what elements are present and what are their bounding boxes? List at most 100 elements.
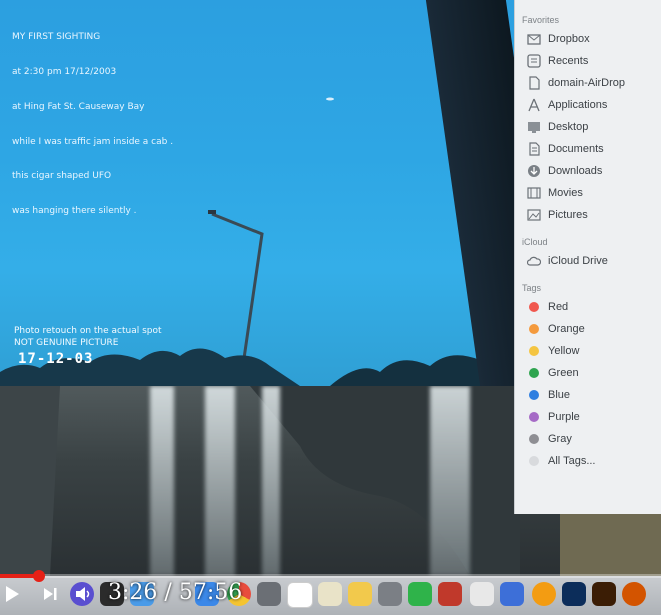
acrobat-icon[interactable]	[470, 582, 494, 606]
sidebar-item-documents[interactable]: Documents	[515, 139, 661, 159]
sidebar-item-movies[interactable]: Movies	[515, 183, 661, 203]
sidebar-item-label: Applications	[548, 99, 608, 111]
tag-label: Purple	[548, 411, 580, 423]
sidebar-item-label: Pictures	[548, 209, 588, 221]
waterfall-stream	[430, 386, 470, 576]
sidebar-item-desktop[interactable]: Desktop	[515, 117, 661, 137]
document-icon	[527, 76, 541, 90]
ufo-sighting-photo: MY FIRST SIGHTING at 2:30 pm 17/12/2003 …	[0, 0, 514, 386]
app-icon[interactable]	[622, 582, 646, 606]
sidebar-item-airdrop[interactable]: domain-AirDrop	[515, 73, 661, 93]
sidebar-item-label: Dropbox	[548, 33, 590, 45]
tags-header: Tags	[522, 283, 542, 293]
movies-icon	[527, 186, 541, 200]
caption-line: at Hing Fat St. Causeway Bay	[12, 101, 145, 112]
sidebar-item-label: iCloud Drive	[548, 255, 608, 267]
tag-dot-icon	[527, 300, 541, 314]
tag-yellow[interactable]: Yellow	[515, 341, 661, 361]
tag-label: Orange	[548, 323, 585, 335]
sidebar-item-icloud-drive[interactable]: iCloud Drive	[515, 251, 661, 271]
launchpad-icon[interactable]	[257, 582, 281, 606]
sidebar-item-downloads[interactable]: Downloads	[515, 161, 661, 181]
pictures-icon	[527, 208, 541, 222]
next-icon	[42, 586, 58, 607]
tag-label: Red	[548, 301, 569, 313]
tag-dot-icon	[527, 344, 541, 358]
sidebar-item-recents[interactable]: Recents	[515, 51, 661, 71]
waterfall-stream	[262, 386, 280, 576]
tag-dot-icon	[527, 410, 541, 424]
tag-dot-icon	[527, 454, 541, 468]
tag-dot-icon	[527, 388, 541, 402]
tag-label: Yellow	[548, 345, 580, 357]
cloud-icon	[527, 254, 541, 268]
tag-orange[interactable]: Orange	[515, 319, 661, 339]
recents-icon	[527, 54, 541, 68]
finder-sidebar: Favorites Dropbox Recents domain-AirDrop…	[514, 0, 661, 514]
caption-line: this cigar shaped UFO	[12, 171, 112, 182]
dropbox-icon	[527, 32, 541, 46]
sidebar-item-label: Desktop	[548, 121, 589, 133]
applications-icon	[527, 98, 541, 112]
caption-line: was hanging there silently .	[12, 206, 137, 217]
play-button[interactable]	[0, 584, 24, 608]
sidebar-item-pictures[interactable]: Pictures	[515, 205, 661, 225]
tag-dot-icon	[527, 432, 541, 446]
messages-icon[interactable]	[408, 582, 432, 606]
sidebar-item-label: Downloads	[548, 165, 603, 177]
favorites-header: Favorites	[522, 15, 560, 25]
time-separator: /	[164, 580, 172, 605]
current-time: 3:26	[108, 580, 158, 605]
caption-line: while I was traffic jam inside a cab .	[12, 136, 174, 147]
icloud-header: iCloud	[522, 237, 548, 247]
waterfall-stream	[150, 386, 174, 576]
tag-label: Gray	[548, 433, 572, 445]
stickies-icon[interactable]	[348, 582, 372, 606]
tag-green[interactable]: Green	[515, 363, 661, 383]
progress-thumb[interactable]	[33, 570, 45, 582]
play-icon	[4, 585, 20, 608]
video-frame[interactable]: MY FIRST SIGHTING at 2:30 pm 17/12/2003 …	[0, 0, 661, 615]
progress-bar[interactable]	[0, 570, 661, 582]
tag-label: Blue	[548, 389, 571, 401]
downloads-icon	[527, 164, 541, 178]
app-icon[interactable]	[532, 582, 556, 606]
app-icon[interactable]	[500, 582, 524, 606]
tag-label: All Tags...	[548, 455, 596, 467]
documents-icon	[527, 142, 541, 156]
duration: 57:56	[178, 580, 243, 605]
note-line: Photo retouch on the actual spot	[14, 326, 162, 336]
time-display: 3:26 / 57:56	[108, 580, 242, 605]
photoshop-icon[interactable]	[562, 582, 586, 606]
caption-line: at 2:30 pm 17/12/2003	[12, 66, 117, 77]
illustrator-icon[interactable]	[592, 582, 616, 606]
volume-icon	[75, 586, 93, 607]
tag-dot-icon	[527, 322, 541, 336]
photo-note: Photo retouch on the actual spot NOT GEN…	[14, 325, 162, 349]
waterfall-stream	[205, 386, 235, 576]
tag-all-tags[interactable]: All Tags...	[515, 451, 661, 471]
tag-purple[interactable]: Purple	[515, 407, 661, 427]
sidebar-item-label: Documents	[548, 143, 604, 155]
desktop-icon	[527, 120, 541, 134]
photo-caption: MY FIRST SIGHTING at 2:30 pm 17/12/2003 …	[12, 9, 173, 241]
app-icon[interactable]	[378, 582, 402, 606]
notes-icon[interactable]	[318, 582, 342, 606]
note-line: NOT GENUINE PICTURE	[14, 338, 119, 348]
sidebar-item-label: Recents	[548, 55, 589, 67]
tag-blue[interactable]: Blue	[515, 385, 661, 405]
tag-gray[interactable]: Gray	[515, 429, 661, 449]
tag-red[interactable]: Red	[515, 297, 661, 317]
calendar-icon[interactable]	[287, 582, 313, 608]
tag-label: Green	[548, 367, 579, 379]
date-stamp: 17-12-03	[18, 351, 94, 367]
sidebar-item-applications[interactable]: Applications	[515, 95, 661, 115]
tag-dot-icon	[527, 366, 541, 380]
sidebar-item-label: Movies	[548, 187, 583, 199]
dock	[0, 576, 661, 615]
caption-line: MY FIRST SIGHTING	[12, 32, 101, 43]
next-button[interactable]	[38, 584, 62, 608]
photo-booth-icon[interactable]	[438, 582, 462, 606]
sidebar-item-dropbox[interactable]: Dropbox	[515, 29, 661, 49]
volume-button[interactable]	[72, 584, 96, 608]
